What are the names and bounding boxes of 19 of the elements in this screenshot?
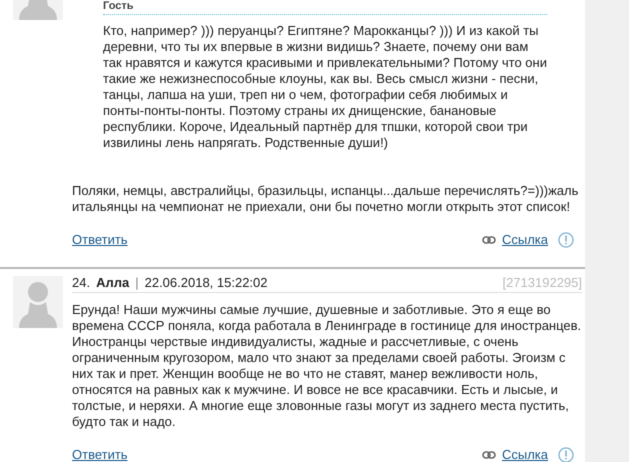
report-icon[interactable] (558, 447, 574, 462)
reply-link[interactable]: Ответить (72, 232, 128, 248)
chain-icon (482, 451, 496, 459)
permalink[interactable]: Ссылка (502, 447, 548, 462)
quoted-text: Кто, например? ))) перуанцы? Египтяне? Марокканцы? ))) И из какой ты деревни, что ты их впервые в жизни видишь? Знаете, почему они вам так нравятся и кажутся красивыми и привлекательными? Потому что они такие же нежизнеспособные клоуны, как вы. Весь смысл жизни - песни, танцы, лапша на уши, треп ни о чем, фотографии себя любимых и понты-понты-понты. Поэтому страны их днищенские, банановые республики. Короче, Идеальный партнёр для тпшки, которой свои три извилины лень напрягать. Родственные души!) (103, 23, 547, 151)
quote-author: Гость (103, 0, 134, 12)
permalink[interactable]: Ссылка (502, 232, 548, 248)
separator: | (135, 274, 139, 290)
reply-link[interactable]: Ответить (72, 447, 128, 462)
comment-text: Поляки, немцы, австралийцы, бразильцы, испанцы...дальше перечислять?=)))жаль итальянцы на чемпионат не приехали, они бы почетно могли открыть этот список! (72, 183, 580, 215)
chain-icon (482, 236, 496, 244)
comment-date: 22.06.2018, 15:22:02 (144, 274, 268, 290)
comment-number: 24. (72, 274, 90, 290)
report-icon[interactable] (558, 232, 574, 248)
avatar-icon (13, 276, 63, 328)
comment-id: [2713192295] (502, 274, 582, 290)
comment-text: Ерунда! Наши мужчины самые лучшие, душевные и заботливые. Это я еще во времена СССР поняла, когда работала в Ленинграде в гостинице для иностранцев. Иностранцы черствые индивидуалисты, жадные и рассчетливые, с очень ограниченным кругозором, мало что знают за пределами своей работы. Эгоизм с них так и прет. Женщин вообще не во что не ставят, манер вежливости ноль, относятся на равных как к мужчине. И вовсе не все красавчики. Есть и лысые, и толстые, и неряхи. А многие еще зловонные газы могут из заднего места пустить, будто так и надо. (72, 302, 582, 430)
avatar-icon (13, 0, 63, 20)
author-name: Алла (96, 274, 130, 290)
